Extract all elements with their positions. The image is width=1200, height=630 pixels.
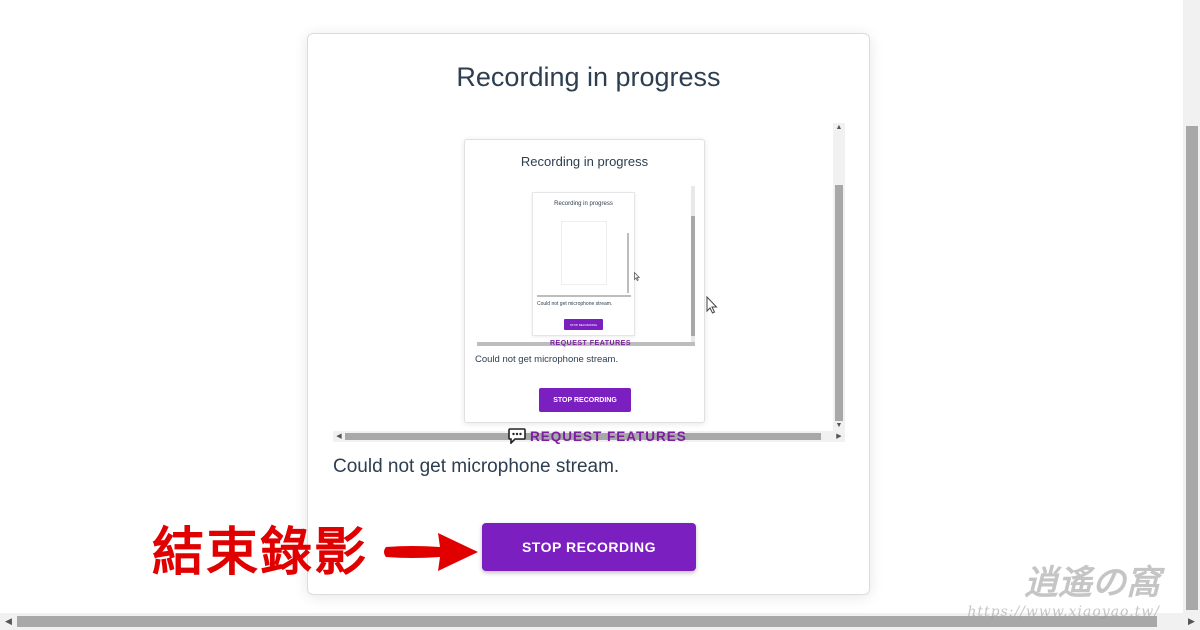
preview-error-text: Could not get microphone stream.	[475, 354, 619, 365]
mouse-cursor-icon	[706, 296, 718, 314]
error-message: Could not get microphone stream.	[333, 456, 620, 477]
preview-inner-error-text: Could not get microphone stream.	[537, 301, 613, 307]
scroll-left-icon[interactable]: ◀	[333, 431, 345, 442]
request-features-label: REQUEST FEATURES	[530, 428, 687, 444]
page-scrollbar-vertical[interactable]	[1183, 0, 1200, 613]
mouse-cursor-small-icon	[634, 272, 640, 281]
screen-preview-inner: Recording in progress Could not get micr…	[532, 192, 635, 336]
scroll-down-icon[interactable]: ▼	[833, 421, 845, 431]
page-scrollbar-thumb[interactable]	[1186, 126, 1198, 610]
preview-inner-frame	[561, 221, 607, 285]
scrollbar-thumb[interactable]	[835, 185, 843, 421]
preview-inner-scrollbar-horizontal	[537, 295, 631, 297]
page-title: Recording in progress	[456, 62, 721, 92]
red-arrow-icon	[384, 533, 478, 571]
stop-recording-button[interactable]: STOP RECORDING	[482, 523, 696, 571]
watermark: 逍遙の窩 https://www.xiaoyao.tw/	[967, 555, 1160, 620]
preview-inner-stop-button: STOP RECORDING	[564, 319, 603, 330]
preview-stop-button: STOP RECORDING	[539, 388, 631, 412]
preview-request-features: REQUEST FEATURES	[550, 340, 631, 347]
preview-title: Recording in progress	[520, 154, 649, 169]
scroll-up-icon[interactable]: ▲	[833, 123, 845, 133]
watermark-title: 逍遙の窩	[1024, 563, 1160, 603]
chat-bubble-icon	[508, 428, 526, 444]
page-scroll-right-icon[interactable]: ▶	[1183, 613, 1200, 630]
page-scroll-left-icon[interactable]: ◀	[0, 613, 17, 630]
watermark-url: https://www.xiaoyao.tw/	[967, 604, 1160, 620]
preview-scrollbar[interactable]: ▲ ▼	[833, 123, 845, 431]
preview-scrollbar-vertical	[691, 186, 695, 346]
request-features-link[interactable]: REQUEST FEATURES	[508, 428, 687, 444]
preview-inner-scrollbar-vertical	[627, 233, 629, 293]
annotation-label: 結束錄影	[152, 523, 369, 583]
scroll-right-icon[interactable]: ▶	[833, 431, 845, 442]
preview-inner-title: Recording in progress	[554, 201, 613, 207]
